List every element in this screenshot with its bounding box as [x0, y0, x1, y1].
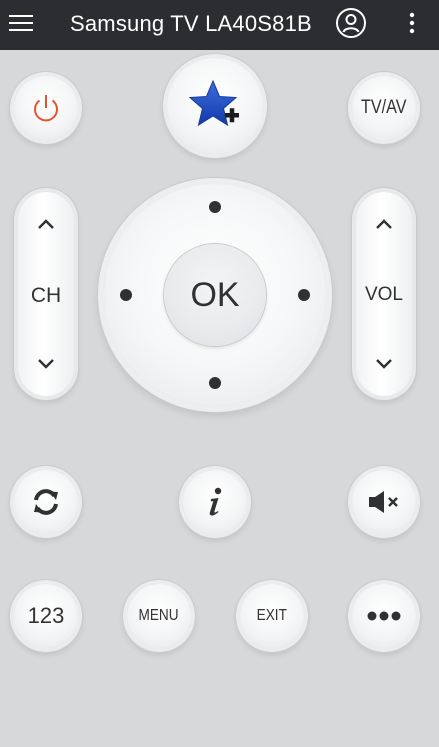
star-add-icon: [188, 79, 239, 127]
volume-label: VOL: [364, 284, 404, 305]
info-icon: [209, 487, 222, 516]
power-icon: [34, 95, 58, 122]
dpad-right-button[interactable]: [298, 289, 310, 301]
dpad-down-button[interactable]: [209, 377, 221, 389]
number-pad-label: 123: [27, 603, 65, 628]
chevron-up-icon: [38, 219, 54, 229]
volume-down-button[interactable]: [364, 344, 404, 384]
chevron-down-icon: [376, 359, 392, 369]
more-horizontal-icon: [367, 611, 401, 621]
channel-rocker: CH: [18, 192, 74, 396]
channel-label: CH: [30, 284, 62, 307]
favorite-add-button[interactable]: [167, 58, 263, 154]
chevron-up-icon: [376, 219, 392, 229]
mute-icon: [369, 491, 398, 513]
ok-button[interactable]: OK: [164, 244, 266, 346]
exit-button[interactable]: EXIT: [240, 584, 304, 648]
tv-av-label: TV/AV: [361, 97, 407, 118]
channel-up-button[interactable]: [26, 204, 66, 244]
hamburger-menu-button[interactable]: [6, 8, 36, 38]
more-options-button[interactable]: [352, 584, 416, 648]
direction-pad: OK: [104, 184, 326, 406]
dpad-up-button[interactable]: [209, 201, 221, 213]
refresh-button[interactable]: [14, 470, 78, 534]
chevron-down-icon: [38, 359, 54, 369]
channel-down-button[interactable]: [26, 344, 66, 384]
more-vertical-icon: [409, 12, 415, 34]
account-circle-icon: [336, 8, 366, 38]
refresh-icon: [34, 489, 58, 515]
power-button[interactable]: [14, 76, 78, 140]
info-button[interactable]: [183, 470, 247, 534]
account-button[interactable]: [335, 7, 367, 39]
tv-av-button[interactable]: TV/AV: [352, 76, 416, 140]
top-app-bar: Samsung TV LA40S81B: [0, 0, 439, 50]
volume-up-button[interactable]: [364, 204, 404, 244]
overflow-menu-button[interactable]: [400, 8, 424, 38]
volume-rocker: VOL: [356, 192, 412, 396]
mute-button[interactable]: [352, 470, 416, 534]
hamburger-icon: [9, 15, 33, 31]
menu-button[interactable]: MENU: [127, 584, 191, 648]
app-title: Samsung TV LA40S81B: [70, 11, 312, 36]
exit-label: EXIT: [256, 607, 288, 624]
menu-label: MENU: [138, 607, 180, 624]
dpad-left-button[interactable]: [120, 289, 132, 301]
number-pad-button[interactable]: 123: [14, 584, 78, 648]
